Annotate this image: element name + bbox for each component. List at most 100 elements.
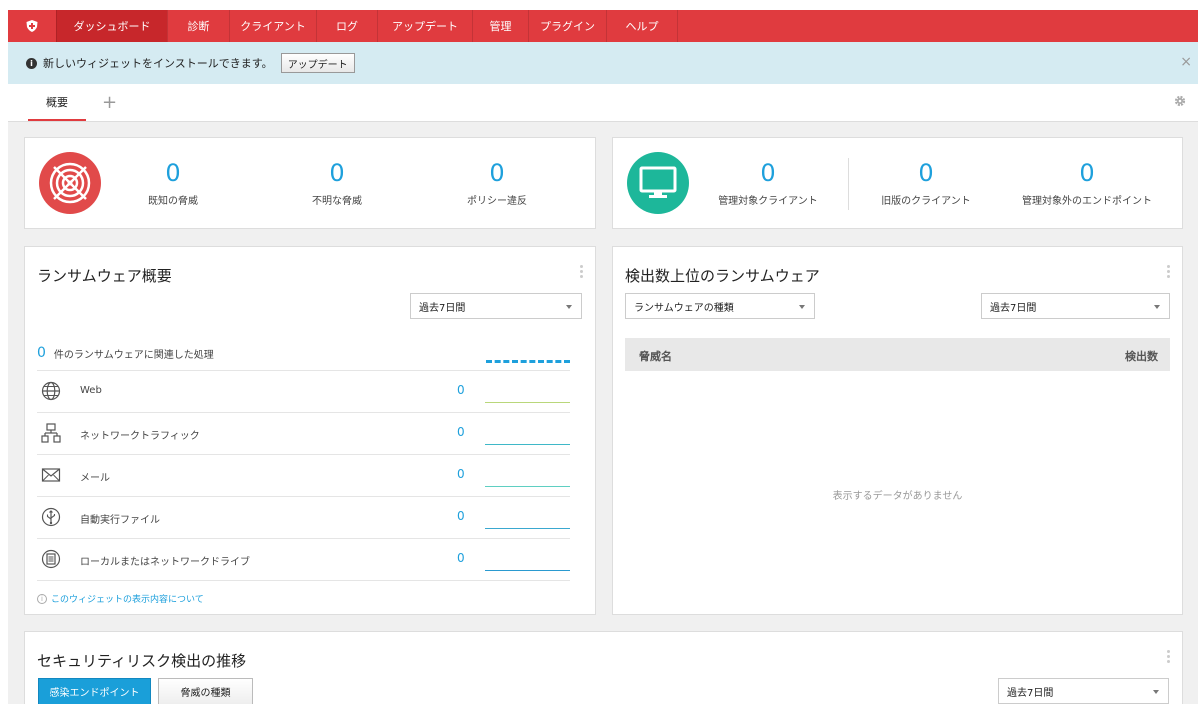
ransomware-total: 0 件のランサムウェアに関連した処理 — [37, 345, 214, 361]
about-widget-label: このウィジェットの表示内容について — [51, 595, 204, 605]
chevron-down-icon — [1154, 305, 1160, 309]
column-detections[interactable]: 検出数 — [1125, 348, 1158, 364]
sparkline — [485, 444, 570, 445]
sparkline — [485, 528, 570, 529]
monitor-icon — [627, 152, 689, 214]
threat-summary-widget: 0 既知の脅威 0 不明な脅威 0 ポリシー違反 — [24, 137, 596, 229]
security-risk-trend-widget: セキュリティリスク検出の推移 感染エンドポイント 脅威の種類 過去7日間 — [24, 631, 1183, 704]
list-item-count[interactable]: 0 — [457, 551, 465, 565]
ransomware-total-label: 件のランサムウェアに関連した処理 — [53, 349, 214, 361]
period-select-value: 過去7日間 — [990, 302, 1037, 314]
sparkline — [485, 570, 570, 571]
nav-diagnosis[interactable]: 診断 — [167, 10, 229, 42]
info-icon: i — [26, 57, 37, 69]
nav-dashboard[interactable]: ダッシュボード — [56, 10, 167, 42]
unmanaged-endpoints-count: 0 — [1079, 159, 1095, 187]
about-widget-link[interactable]: i このウィジェットの表示内容について — [37, 592, 204, 605]
list-item-web: Web 0 — [37, 371, 570, 412]
empty-state-message: 表示するデータがありません — [832, 491, 963, 502]
threat-type-button[interactable]: 脅威の種類 — [158, 678, 253, 704]
sparkline — [485, 402, 570, 403]
network-icon — [41, 423, 61, 443]
nav-plugins[interactable]: プラグイン — [528, 10, 606, 42]
gear-icon[interactable] — [1174, 95, 1186, 107]
list-item-count[interactable]: 0 — [457, 383, 465, 397]
nav-updates[interactable]: アップデート — [377, 10, 472, 42]
unmanaged-endpoints-label: 管理対象外のエンドポイント — [1022, 196, 1152, 207]
chevron-down-icon — [1153, 690, 1159, 694]
list-item-count[interactable]: 0 — [457, 509, 465, 523]
ransomware-overview-widget: ランサムウェア概要 過去7日間 0 件のランサムウェアに関連した処理 Web 0 — [24, 246, 596, 615]
mail-icon — [41, 468, 61, 482]
widget-menu-icon[interactable] — [1167, 265, 1170, 280]
stat-divider — [848, 158, 849, 210]
usb-icon — [41, 507, 61, 527]
list-item-count[interactable]: 0 — [457, 425, 465, 439]
outdated-clients-stat[interactable]: 0 旧版のクライアント — [871, 160, 981, 207]
policy-violations-stat[interactable]: 0 ポリシー違反 — [457, 160, 537, 207]
widget-menu-icon[interactable] — [1167, 650, 1170, 665]
update-button[interactable]: アップデート — [280, 53, 355, 73]
unknown-threats-count: 0 — [329, 159, 345, 187]
unknown-threats-label: 不明な脅威 — [312, 196, 362, 207]
add-tab-button[interactable]: + — [102, 92, 117, 113]
divider — [37, 580, 570, 581]
drive-icon — [41, 549, 61, 569]
dashboard-tabs: 概要 + — [8, 84, 1198, 122]
nav-help[interactable]: ヘルプ — [606, 10, 678, 42]
unmanaged-endpoints-stat[interactable]: 0 管理対象外のエンドポイント — [1017, 160, 1157, 207]
ransomware-type-select[interactable]: ランサムウェアの種類 — [625, 293, 815, 319]
info-message: 新しいウィジェットをインストールできます。 — [43, 57, 273, 70]
managed-clients-count: 0 — [760, 159, 776, 187]
column-threat-name[interactable]: 脅威名 — [639, 348, 672, 364]
managed-clients-label: 管理対象クライアント — [718, 196, 818, 207]
close-icon[interactable]: × — [1180, 54, 1192, 70]
period-select[interactable]: 過去7日間 — [981, 293, 1170, 319]
list-item-autorun: 自動実行ファイル 0 — [37, 497, 570, 538]
dashboard-main: 0 既知の脅威 0 不明な脅威 0 ポリシー違反 0 管理対象クライアント 0 — [8, 122, 1198, 704]
nav-logs[interactable]: ログ — [316, 10, 377, 42]
shield-plus-icon[interactable] — [8, 10, 56, 42]
chevron-down-icon — [799, 305, 805, 309]
nav-clients[interactable]: クライアント — [229, 10, 316, 42]
sparkline — [485, 486, 570, 487]
ransomware-total-count[interactable]: 0 — [37, 345, 46, 361]
total-sparkline — [486, 360, 570, 363]
chevron-down-icon — [566, 305, 572, 309]
period-select-value: 過去7日間 — [1007, 687, 1054, 699]
radar-icon — [39, 152, 101, 214]
policy-violations-label: ポリシー違反 — [467, 196, 527, 207]
list-item-count[interactable]: 0 — [457, 467, 465, 481]
list-item-network-traffic: ネットワークトラフィック 0 — [37, 413, 570, 454]
table-header: 脅威名 検出数 — [625, 338, 1170, 371]
known-threats-label: 既知の脅威 — [148, 196, 198, 207]
list-item-label: ローカルまたはネットワークドライブ — [80, 557, 250, 568]
ransomware-type-value: ランサムウェアの種類 — [634, 302, 734, 314]
period-select[interactable]: 過去7日間 — [998, 678, 1169, 704]
widget-menu-icon[interactable] — [580, 265, 583, 280]
list-item-label: Web — [80, 385, 102, 396]
known-threats-stat[interactable]: 0 既知の脅威 — [133, 160, 213, 207]
widget-title: 検出数上位のランサムウェア — [625, 267, 820, 285]
list-item-label: 自動実行ファイル — [80, 515, 160, 526]
policy-violations-count: 0 — [489, 159, 505, 187]
nav-admin[interactable]: 管理 — [472, 10, 528, 42]
list-item-label: メール — [80, 473, 110, 484]
managed-clients-stat[interactable]: 0 管理対象クライアント — [713, 160, 823, 207]
known-threats-count: 0 — [165, 159, 181, 187]
top-ransomware-widget: 検出数上位のランサムウェア ランサムウェアの種類 過去7日間 脅威名 検出数 表… — [612, 246, 1183, 615]
widget-title: ランサムウェア概要 — [37, 267, 172, 285]
widget-title: セキュリティリスク検出の推移 — [37, 652, 247, 670]
period-select-value: 過去7日間 — [419, 302, 466, 314]
info-banner: i 新しいウィジェットをインストールできます。 アップデート × — [8, 42, 1198, 84]
client-summary-widget: 0 管理対象クライアント 0 旧版のクライアント 0 管理対象外のエンドポイント — [612, 137, 1183, 229]
infected-endpoints-button[interactable]: 感染エンドポイント — [38, 678, 151, 704]
outdated-clients-count: 0 — [918, 159, 934, 187]
top-navigation: ダッシュボード 診断 クライアント ログ アップデート 管理 プラグイン ヘルプ — [8, 10, 1198, 42]
list-item-drive: ローカルまたはネットワークドライブ 0 — [37, 539, 570, 580]
outdated-clients-label: 旧版のクライアント — [881, 196, 971, 207]
globe-icon — [41, 381, 61, 401]
period-select[interactable]: 過去7日間 — [410, 293, 582, 319]
tab-overview[interactable]: 概要 — [28, 84, 86, 121]
unknown-threats-stat[interactable]: 0 不明な脅威 — [297, 160, 377, 207]
